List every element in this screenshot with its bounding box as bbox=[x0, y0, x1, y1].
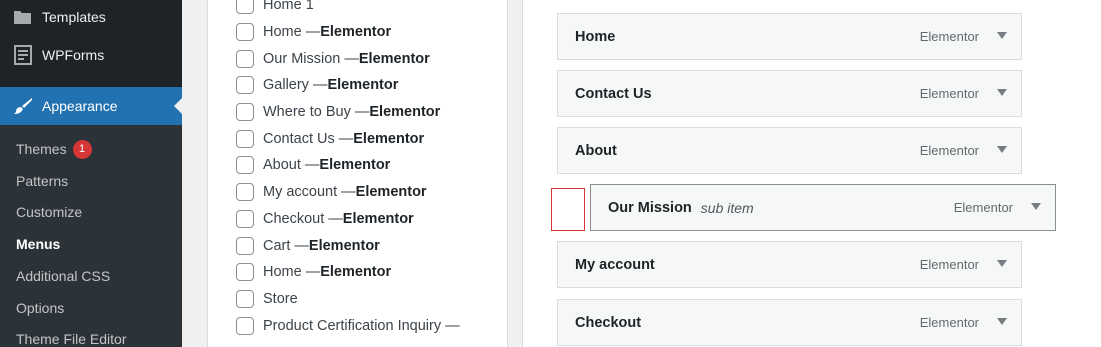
checkbox[interactable] bbox=[236, 210, 254, 228]
list-item[interactable]: About — Elementor bbox=[236, 155, 390, 175]
sidebar-item-label: Appearance bbox=[42, 98, 118, 114]
expand-arrow-icon[interactable] bbox=[1031, 203, 1041, 210]
list-item[interactable]: Where to Buy — Elementor bbox=[236, 102, 440, 122]
paintbrush-icon bbox=[10, 96, 36, 116]
expand-arrow-icon[interactable] bbox=[997, 318, 1007, 325]
menu-item-home[interactable]: Home Elementor bbox=[557, 13, 1022, 60]
folder-icon bbox=[10, 7, 36, 27]
menu-item-contact-us[interactable]: Contact Us Elementor bbox=[557, 70, 1022, 117]
submenu-item-customize[interactable]: Customize bbox=[16, 202, 82, 222]
submenu-item-patterns[interactable]: Patterns bbox=[16, 171, 68, 191]
submenu-item-additional-css[interactable]: Additional CSS bbox=[16, 266, 110, 286]
sidebar-item-label: Templates bbox=[42, 9, 106, 25]
menu-item-my-account[interactable]: My account Elementor bbox=[557, 241, 1022, 288]
checkbox[interactable] bbox=[236, 103, 254, 121]
menu-item-our-mission[interactable]: Our Mission sub item Elementor bbox=[590, 184, 1056, 231]
checkbox[interactable] bbox=[236, 263, 254, 281]
list-item[interactable]: Home — Elementor bbox=[236, 22, 391, 42]
submenu-item-options[interactable]: Options bbox=[16, 298, 64, 318]
list-item[interactable]: My account — Elementor bbox=[236, 182, 427, 202]
expand-arrow-icon[interactable] bbox=[997, 260, 1007, 267]
checkbox[interactable] bbox=[236, 237, 254, 255]
checkbox[interactable] bbox=[236, 183, 254, 201]
expand-arrow-icon[interactable] bbox=[997, 89, 1007, 96]
submenu-item-theme-file-editor[interactable]: Theme File Editor bbox=[16, 329, 126, 347]
list-item[interactable]: Our Mission — Elementor bbox=[236, 49, 430, 69]
expand-arrow-icon[interactable] bbox=[997, 146, 1007, 153]
form-icon bbox=[10, 45, 36, 65]
checkbox[interactable] bbox=[236, 130, 254, 148]
update-count-badge: 1 bbox=[72, 139, 92, 159]
checkbox[interactable] bbox=[236, 317, 254, 335]
list-item[interactable]: Cart — Elementor bbox=[236, 236, 380, 256]
submenu-item-themes[interactable]: Themes 1 bbox=[16, 139, 92, 159]
sidebar-item-templates[interactable]: Templates bbox=[0, 0, 182, 34]
submenu-item-menus[interactable]: Menus bbox=[16, 234, 60, 254]
highlight-box bbox=[551, 188, 585, 231]
checkbox[interactable] bbox=[236, 23, 254, 41]
appearance-submenu: Themes 1 Patterns Customize Menus Additi… bbox=[0, 125, 182, 347]
list-item[interactable]: Product Certification Inquiry — bbox=[236, 316, 460, 336]
checkbox[interactable] bbox=[236, 76, 254, 94]
sidebar-item-label: WPForms bbox=[42, 47, 105, 63]
checkbox[interactable] bbox=[236, 50, 254, 68]
checkbox[interactable] bbox=[236, 0, 254, 14]
expand-arrow-icon[interactable] bbox=[997, 32, 1007, 39]
checkbox[interactable] bbox=[236, 290, 254, 308]
admin-sidebar: Templates WPForms Appearance Themes 1 Pa… bbox=[0, 0, 182, 347]
sidebar-item-appearance[interactable]: Appearance bbox=[0, 87, 182, 125]
menu-item-checkout[interactable]: Checkout Elementor bbox=[557, 299, 1022, 346]
list-item[interactable]: Checkout — Elementor bbox=[236, 209, 414, 229]
sidebar-item-wpforms[interactable]: WPForms bbox=[0, 38, 182, 72]
list-item[interactable]: Store bbox=[236, 289, 298, 309]
list-item[interactable]: Home — Elementor bbox=[236, 262, 391, 282]
list-item[interactable]: Contact Us — Elementor bbox=[236, 129, 424, 149]
checkbox[interactable] bbox=[236, 156, 254, 174]
list-item[interactable]: Gallery — Elementor bbox=[236, 75, 398, 95]
menu-item-about[interactable]: About Elementor bbox=[557, 127, 1022, 174]
list-item[interactable]: Home 1 bbox=[236, 0, 314, 15]
